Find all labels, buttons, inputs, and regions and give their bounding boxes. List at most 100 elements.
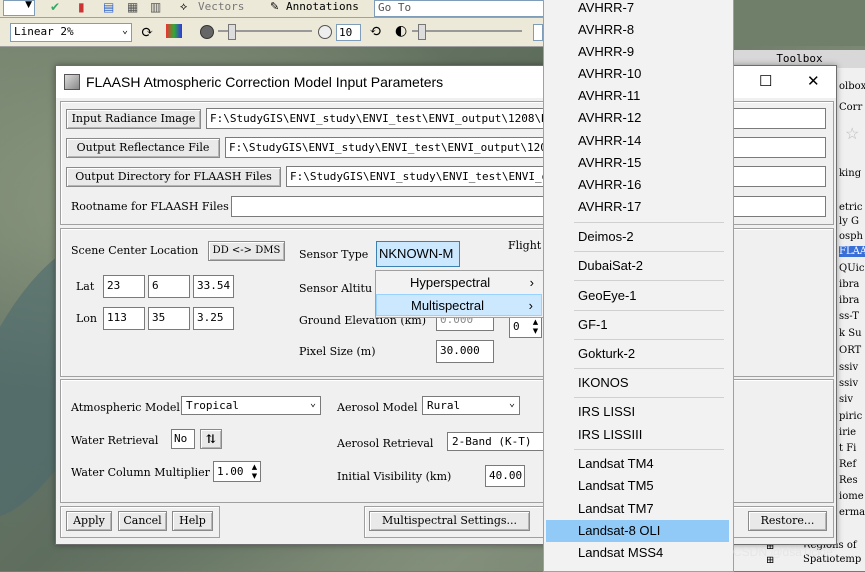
close-icon[interactable]: ✕ xyxy=(807,72,820,90)
toolbox-tree-item[interactable]: king xyxy=(839,168,861,179)
vectors-menu[interactable]: Vectors xyxy=(198,0,244,13)
sensor-item-gokturk-2[interactable]: Gokturk-2 xyxy=(546,343,729,365)
toolbox-tree-item[interactable]: k Su xyxy=(839,328,862,339)
aerosol-model-dropdown[interactable]: Rural ⌄ xyxy=(422,396,520,415)
lat-degrees-field[interactable]: 23 xyxy=(103,275,145,298)
color-bars-icon[interactable]: ▮ xyxy=(78,0,85,14)
toolbox-tree-item[interactable]: ibra xyxy=(839,279,859,290)
sensor-item-avhrr-15[interactable]: AVHRR-15 xyxy=(546,152,729,174)
dd-dms-button[interactable]: DD <-> DMS xyxy=(208,241,285,261)
transparency-input[interactable] xyxy=(533,24,543,41)
submenu-item-hyperspectral[interactable]: Hyperspectral › xyxy=(376,272,542,294)
apply-button[interactable]: Apply xyxy=(66,511,112,531)
sensor-item-dubaisat-2[interactable]: DubaiSat-2 xyxy=(546,255,729,277)
toolbox-tree-item[interactable]: osph xyxy=(839,231,863,242)
pixel-size-field[interactable]: 30.000 xyxy=(436,340,494,363)
toolbox-tree-item[interactable]: ermal xyxy=(839,507,865,518)
dialog-title: FLAASH Atmospheric Correction Model Inpu… xyxy=(86,74,444,90)
zoom-input[interactable]: 10 xyxy=(336,24,361,41)
toolbox-tree-item[interactable]: Ref xyxy=(839,459,856,470)
toolbox-tree-item[interactable]: irie xyxy=(839,427,856,438)
sensor-item-avhrr-14[interactable]: AVHRR-14 xyxy=(546,130,729,152)
toolbox-tree-item[interactable]: ssiv xyxy=(839,362,858,373)
toolbox-tree-item[interactable]: olbox xyxy=(839,81,865,92)
toolbox-tree-item[interactable]: ss-T xyxy=(839,311,859,322)
help-button[interactable]: Help xyxy=(172,511,213,531)
lon-minutes-field[interactable]: 35 xyxy=(148,307,190,330)
toolbox-tree-item[interactable]: piric xyxy=(839,411,862,422)
submenu-item-multispectral[interactable]: Multispectral › xyxy=(376,294,542,316)
sensor-item-gf-1[interactable]: GF-1 xyxy=(546,314,729,336)
goto-input[interactable]: Go To xyxy=(374,0,544,17)
brightness-slider-handle[interactable] xyxy=(228,24,236,40)
toolbar-row-top: ▼ ✔ ▮ ▤ ▦ ▥ ⟡ Vectors ✎ Annotations Go T… xyxy=(0,0,545,18)
cancel-button[interactable]: Cancel xyxy=(118,511,167,531)
sensor-item-avhrr-7[interactable]: AVHRR-7 xyxy=(546,0,729,19)
toolbox-tree-item[interactable]: etric xyxy=(839,202,863,213)
check-icon[interactable]: ✔ xyxy=(50,0,60,14)
water-retrieval-toggle[interactable]: No xyxy=(171,429,195,449)
initial-visibility-field[interactable]: 40.00 xyxy=(485,465,525,487)
toolbox-tree-item[interactable]: ibra xyxy=(839,295,859,306)
sensor-item-avhrr-8[interactable]: AVHRR-8 xyxy=(546,19,729,41)
input-radiance-button[interactable]: Input Radiance Image xyxy=(66,109,201,129)
maximize-icon[interactable]: ☐ xyxy=(759,72,772,90)
histogram-icon[interactable] xyxy=(166,24,182,38)
sensor-item-irs-lissi[interactable]: IRS LISSI xyxy=(546,401,729,423)
multispectral-settings-button[interactable]: Multispectral Settings... xyxy=(369,511,530,531)
sensor-item-avhrr-17[interactable]: AVHRR-17 xyxy=(546,196,729,218)
transparency-slider-track[interactable] xyxy=(412,30,522,32)
sensor-item-avhrr-11[interactable]: AVHRR-11 xyxy=(546,85,729,107)
aerosol-retrieval-dropdown[interactable]: 2-Band (K-T) xyxy=(447,432,545,451)
palette-icon[interactable]: ▤ xyxy=(103,0,114,14)
stretch-dropdown[interactable]: Linear 2% ⌄ xyxy=(10,23,132,42)
sensor-item-landsat-8-oli[interactable]: Landsat-8 OLI xyxy=(546,520,729,542)
toolbox-tree-item[interactable]: QUic xyxy=(839,263,864,274)
stack-icon[interactable]: ▥ xyxy=(150,0,161,14)
toolbox-tree-item-flaash[interactable]: FLAA xyxy=(839,246,865,257)
sensor-item-irs-lissiii[interactable]: IRS LISSIII xyxy=(546,424,729,446)
sensor-item-landsat-mss4[interactable]: Landsat MSS4 xyxy=(546,542,729,564)
transparency-slider-handle[interactable] xyxy=(418,24,426,40)
toolbox-tree-item[interactable]: ssiv xyxy=(839,378,858,389)
toolbox-tree-item[interactable]: Corr xyxy=(839,102,862,113)
toggle-arrows-icon[interactable]: ⇅ xyxy=(200,429,222,449)
lon-degrees-field[interactable]: 113 xyxy=(103,307,145,330)
sensor-item-avhrr-16[interactable]: AVHRR-16 xyxy=(546,174,729,196)
output-reflectance-field[interactable]: F:\StudyGIS\ENVI_study\ENVI_test\ENVI_ou… xyxy=(225,137,826,158)
atmospheric-model-dropdown[interactable]: Tropical ⌄ xyxy=(181,396,321,415)
sensor-type-dropdown[interactable]: NKNOWN-M xyxy=(376,241,460,267)
annotations-menu[interactable]: Annotations xyxy=(286,0,359,13)
rootname-field[interactable] xyxy=(231,196,826,217)
toolbox-tree-item[interactable]: t Fi xyxy=(839,443,856,454)
water-column-spin-down-icon[interactable]: ▼ xyxy=(249,472,260,480)
flight-spin-down-icon[interactable]: ▼ xyxy=(530,327,541,335)
sensor-item-avhrr-10[interactable]: AVHRR-10 xyxy=(546,63,729,85)
sensor-item-landsat-tm5[interactable]: Landsat TM5 xyxy=(546,475,729,497)
refresh-icon[interactable]: ⟳ xyxy=(141,23,154,41)
flight-spin-up-icon[interactable]: ▲ xyxy=(530,318,541,326)
toolbox-tree-item[interactable]: siv xyxy=(839,394,853,405)
sensor-item-geoeye-1[interactable]: GeoEye-1 xyxy=(546,285,729,307)
toolbox-tree-item[interactable]: ORT xyxy=(839,345,861,356)
layer-combo[interactable]: ▼ xyxy=(3,0,35,16)
sensor-item-deimos-2[interactable]: Deimos-2 xyxy=(546,226,729,248)
water-column-spin-up-icon[interactable]: ▲ xyxy=(249,463,260,471)
restore-button[interactable]: Restore... xyxy=(748,511,827,531)
lon-seconds-field[interactable]: 3.25 xyxy=(193,307,234,330)
sensor-item-avhrr-9[interactable]: AVHRR-9 xyxy=(546,41,729,63)
toolbox-tree-item[interactable]: Res xyxy=(839,475,858,486)
layer-icon[interactable]: ▦ xyxy=(127,0,138,14)
sensor-item-ikonos[interactable]: IKONOS xyxy=(546,372,729,394)
output-reflectance-button[interactable]: Output Reflectance File xyxy=(66,138,220,158)
favorite-star-icon[interactable]: ☆ xyxy=(845,124,859,143)
sensor-item-landsat-tm7[interactable]: Landsat TM7 xyxy=(546,498,729,520)
lat-minutes-field[interactable]: 6 xyxy=(148,275,190,298)
sensor-item-avhrr-12[interactable]: AVHRR-12 xyxy=(546,107,729,129)
toolbox-tree-item[interactable]: iome xyxy=(839,491,864,502)
reset-icon[interactable]: ⟲ xyxy=(369,22,382,40)
toolbox-tree-item[interactable]: ly G xyxy=(839,216,859,227)
sensor-item-landsat-tm4[interactable]: Landsat TM4 xyxy=(546,453,729,475)
lat-seconds-field[interactable]: 33.54 xyxy=(193,275,234,298)
output-directory-button[interactable]: Output Directory for FLAASH Files xyxy=(66,167,281,187)
